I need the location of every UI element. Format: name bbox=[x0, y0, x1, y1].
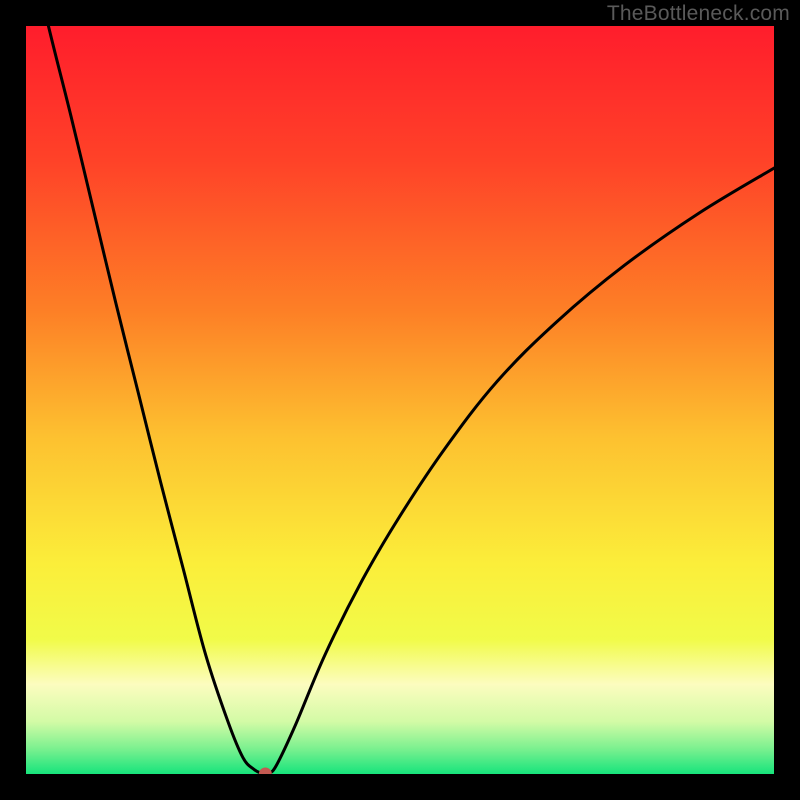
watermark-text: TheBottleneck.com bbox=[607, 2, 790, 26]
background-gradient bbox=[26, 26, 774, 774]
plot-area bbox=[26, 26, 774, 774]
chart-svg bbox=[26, 26, 774, 774]
chart-frame: TheBottleneck.com bbox=[0, 0, 800, 800]
